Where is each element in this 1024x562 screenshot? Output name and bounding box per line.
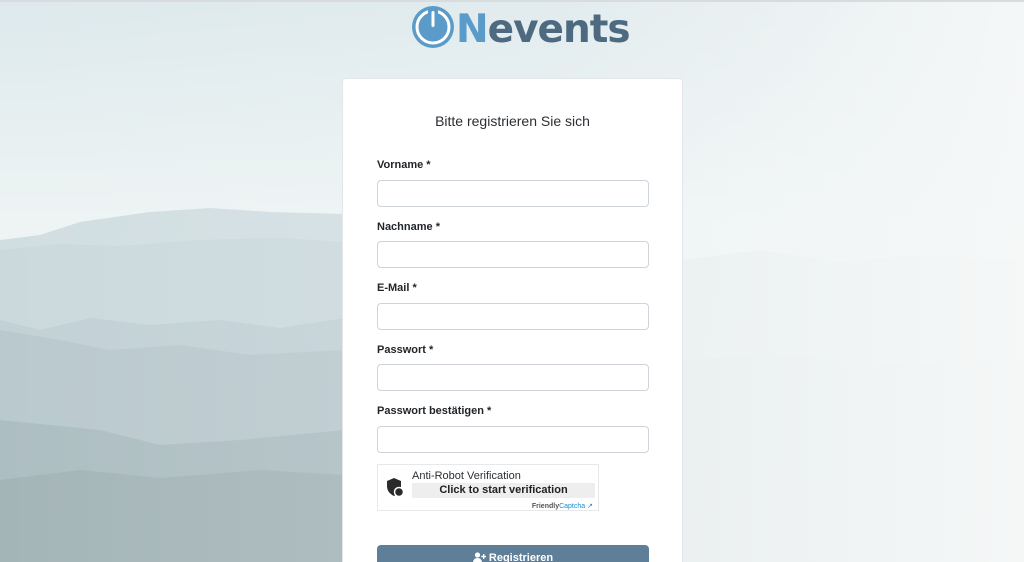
captcha-title: Anti-Robot Verification: [412, 470, 521, 482]
confirm-password-label: Passwort bestätigen *: [377, 405, 492, 417]
register-button[interactable]: Registrieren: [377, 545, 649, 562]
last-name-label: Nachname *: [377, 221, 440, 233]
user-plus-icon: [472, 551, 487, 562]
captcha-brand-a: Friendly: [531, 503, 560, 510]
shield-icon: [387, 478, 404, 497]
email-label: E-Mail *: [377, 282, 417, 294]
email-input[interactable]: [377, 303, 649, 330]
password-input[interactable]: [377, 364, 649, 391]
first-name-input[interactable]: [377, 180, 649, 207]
confirm-password-input[interactable]: [377, 426, 649, 453]
register-label: Registrieren: [488, 552, 554, 562]
start-verification-button[interactable]: Click to start verification: [412, 483, 595, 498]
password-label: Passwort *: [377, 344, 434, 356]
first-name-label: Vorname *: [377, 159, 431, 171]
onevents-logo: Nevents: [409, 2, 631, 52]
last-name-input[interactable]: [377, 241, 649, 268]
registration-card: Bitte registrieren Sie sich Vorname * Na…: [342, 78, 683, 562]
power-icon: [412, 6, 454, 48]
form-title: Bitte registrieren Sie sich: [435, 113, 590, 129]
friendly-captcha-widget: Anti-Robot Verification Click to start v…: [377, 464, 599, 511]
external-link-icon: ↗: [587, 503, 593, 510]
logo-wordmark: Nevents: [456, 7, 631, 52]
friendly-captcha-link[interactable]: FriendlyCaptcha ↗: [532, 502, 593, 510]
captcha-brand-b: Captcha: [559, 503, 586, 510]
